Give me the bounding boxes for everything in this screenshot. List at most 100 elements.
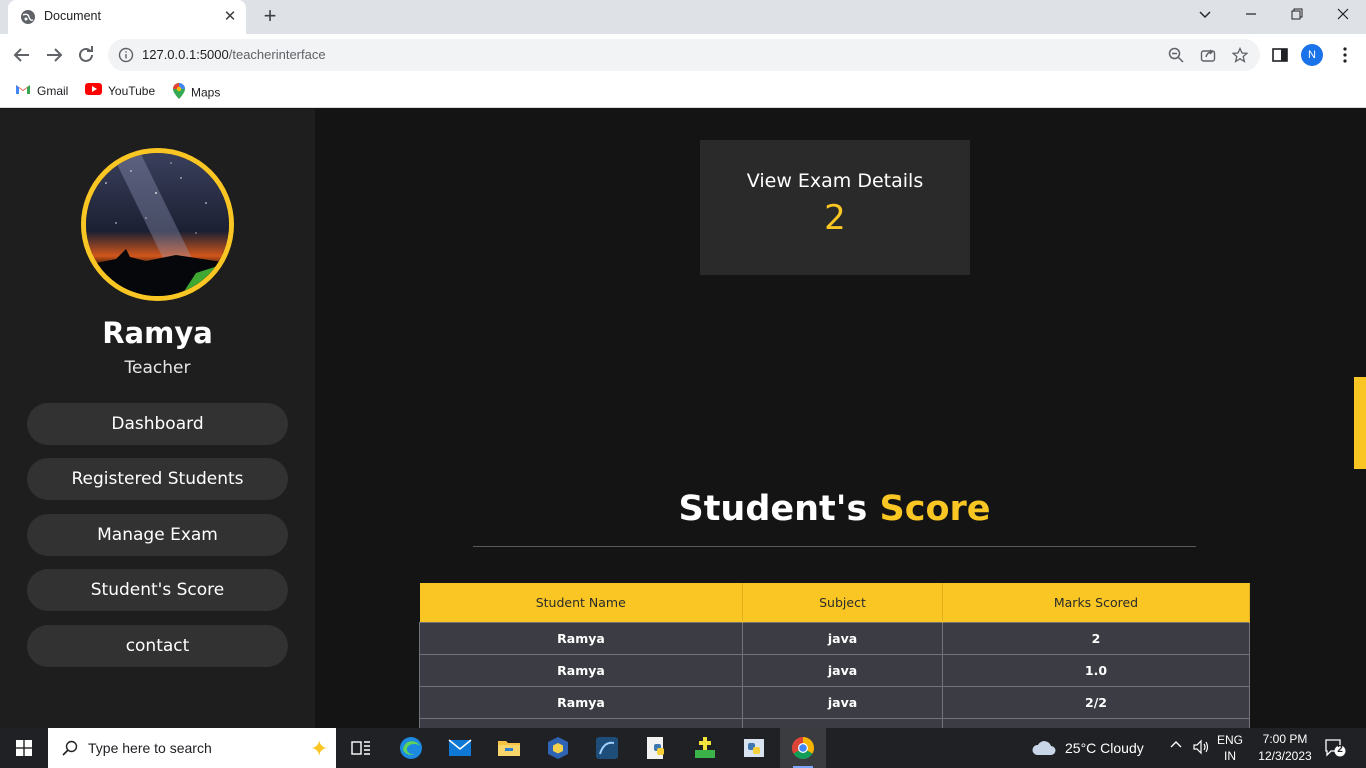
file-explorer-icon[interactable]	[495, 734, 523, 762]
search-icon	[62, 740, 78, 756]
bookmark-label: Maps	[191, 85, 221, 100]
windows-taskbar: Type here to search ✦ 25°C Cloudy ENG IN…	[0, 728, 1366, 768]
bookmarks-bar: Gmail YouTube Maps	[0, 76, 1366, 108]
user-name: Ramya	[102, 316, 213, 350]
cloudy-weather-icon[interactable]	[1030, 734, 1058, 762]
sidebar-item-students-score[interactable]: Student's Score	[27, 569, 288, 611]
url-path: /teacherinterface	[228, 47, 326, 62]
section-title: Student's Score	[473, 489, 1196, 529]
table-cell: 1.0	[942, 653, 1250, 687]
bookmark-label: YouTube	[108, 83, 156, 98]
table-cell	[742, 717, 943, 728]
sparkle-icon: ✦	[310, 736, 329, 761]
profile-avatar[interactable]: N	[1301, 44, 1323, 66]
python-idle-icon[interactable]	[740, 734, 768, 762]
section-title-main: Student's	[678, 489, 868, 529]
windows-start-icon[interactable]	[16, 740, 32, 756]
column-header-subject: Subject	[742, 583, 943, 622]
mail-icon[interactable]	[446, 734, 474, 762]
forward-arrow-icon[interactable]	[42, 43, 66, 67]
table-cell: Ramya	[419, 621, 743, 655]
youtube-icon	[85, 83, 102, 98]
clock-time[interactable]: 7:00 PM	[1250, 732, 1320, 746]
site-info-icon[interactable]	[118, 47, 134, 63]
taskbar-search[interactable]: Type here to search ✦	[48, 728, 336, 768]
speaker-icon[interactable]	[1192, 739, 1210, 758]
table-cell: 2	[942, 621, 1250, 655]
chevron-up-icon[interactable]	[1169, 738, 1183, 755]
back-arrow-icon[interactable]	[10, 43, 34, 67]
tab-title: Document	[44, 9, 101, 23]
table-cell: java	[742, 685, 943, 719]
bookmark-maps[interactable]: Maps	[173, 83, 220, 101]
table-cell: 2/2	[942, 685, 1250, 719]
browser-tab[interactable]: Document ✕	[8, 0, 246, 34]
sidebar: Ramya Teacher Dashboard Registered Stude…	[0, 109, 315, 728]
python-file-icon[interactable]	[642, 734, 670, 762]
edge-icon[interactable]	[397, 734, 425, 762]
view-exam-details-card[interactable]: View Exam Details 2	[700, 140, 970, 275]
table-row: Ramya java 2/2	[419, 685, 1250, 719]
globe-icon	[20, 9, 36, 25]
task-view-icon[interactable]	[347, 734, 375, 762]
more-menu-icon[interactable]	[1336, 46, 1354, 64]
section-title-accent: Score	[879, 489, 991, 529]
profile-photo	[81, 148, 234, 301]
table-row	[419, 717, 1250, 728]
address-bar[interactable]: 127.0.0.1:5000/teacherinterface	[108, 39, 1260, 71]
reload-icon[interactable]	[74, 43, 98, 67]
sidebar-item-registered-students[interactable]: Registered Students	[27, 458, 288, 500]
sidebar-item-dashboard[interactable]: Dashboard	[27, 403, 288, 445]
new-tab-button[interactable]: +	[258, 5, 282, 29]
tab-search-button[interactable]	[1182, 0, 1228, 30]
bookmark-label: Gmail	[37, 83, 69, 98]
url-text: 127.0.0.1:5000/teacherinterface	[142, 47, 326, 62]
notification-count: 2	[1337, 744, 1343, 755]
zoom-icon[interactable]	[1168, 47, 1184, 63]
table-cell: Ramya	[419, 653, 743, 687]
language-bottom[interactable]: IN	[1214, 749, 1246, 763]
column-header-student-name: Student Name	[419, 583, 743, 622]
gmail-icon	[15, 83, 31, 98]
table-cell	[419, 717, 743, 728]
section-divider	[473, 546, 1196, 547]
mysql-workbench-icon[interactable]	[593, 734, 621, 762]
page-scrollbar[interactable]	[1351, 109, 1366, 728]
sidebar-item-contact[interactable]: contact	[27, 625, 288, 667]
table-row: Ramya java 2	[419, 621, 1250, 655]
weather-text[interactable]: 25°C Cloudy	[1065, 740, 1144, 756]
side-panel-icon[interactable]	[1271, 46, 1289, 64]
close-tab-icon[interactable]: ✕	[222, 9, 238, 25]
browser-toolbar: 127.0.0.1:5000/teacherinterface N	[0, 34, 1366, 76]
pycharm-icon[interactable]	[691, 734, 719, 762]
restore-button[interactable]	[1274, 0, 1320, 30]
bookmark-gmail[interactable]: Gmail	[15, 83, 68, 101]
table-header-row: Student Name Subject Marks Scored	[419, 583, 1250, 622]
user-role: Teacher	[124, 358, 191, 378]
column-header-marks-scored: Marks Scored	[942, 583, 1250, 622]
maps-icon	[173, 83, 185, 102]
bookmark-star-icon[interactable]	[1231, 46, 1249, 63]
bookmark-youtube[interactable]: YouTube	[85, 83, 155, 101]
share-icon[interactable]	[1200, 47, 1216, 63]
language-top[interactable]: ENG	[1214, 733, 1246, 747]
table-cell	[942, 717, 1250, 728]
search-placeholder: Type here to search	[88, 740, 212, 756]
table-cell: Ramya	[419, 685, 743, 719]
card-title: View Exam Details	[746, 170, 924, 192]
teacher-interface-page: Ramya Teacher Dashboard Registered Stude…	[0, 109, 1366, 728]
table-cell: java	[742, 621, 943, 655]
card-value: 2	[824, 198, 846, 238]
sidebar-item-manage-exam[interactable]: Manage Exam	[27, 514, 288, 556]
table-row: Ramya java 1.0	[419, 653, 1250, 687]
minimize-button[interactable]	[1228, 0, 1274, 30]
clock-date[interactable]: 12/3/2023	[1250, 749, 1320, 763]
table-cell: java	[742, 653, 943, 687]
virtualbox-icon[interactable]	[544, 734, 572, 762]
browser-tab-strip: Document ✕ +	[0, 0, 1366, 34]
score-table: Student Name Subject Marks Scored Ramya …	[419, 583, 1250, 728]
chrome-icon[interactable]	[789, 734, 817, 768]
url-host: 127.0.0.1:5000	[142, 47, 229, 62]
close-window-button[interactable]	[1320, 0, 1366, 30]
scrollbar-thumb[interactable]	[1354, 377, 1366, 469]
